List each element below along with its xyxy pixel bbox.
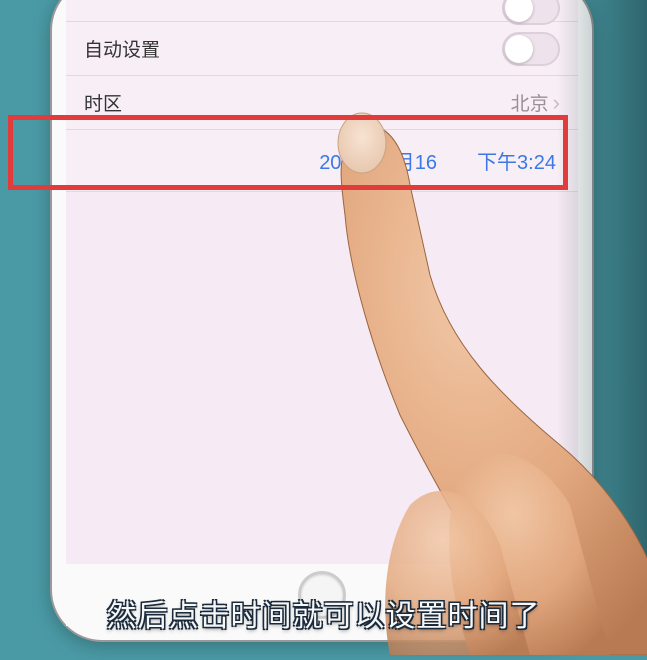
auto-set-label: 自动设置	[84, 35, 160, 62]
phone-screen: 自动设置 时区 北京 › 2018年5月16 下午3:24	[66, 0, 578, 566]
switch-knob	[505, 35, 533, 63]
timezone-label: 时区	[84, 89, 122, 116]
timezone-value-wrap: 北京 ›	[511, 89, 560, 116]
video-caption: 然后点击时间就可以设置时间了	[0, 591, 647, 635]
row-partial-above[interactable]	[66, 0, 578, 22]
chevron-right-icon: ›	[553, 90, 560, 116]
time-value[interactable]: 下午3:24	[477, 146, 556, 175]
date-value[interactable]: 2018年5月16	[319, 146, 437, 175]
switch-knob	[505, 0, 533, 22]
auto-set-toggle[interactable]	[502, 32, 560, 66]
phone-bezel: 自动设置 时区 北京 › 2018年5月16 下午3:24	[52, 0, 592, 640]
timezone-value: 北京	[511, 89, 549, 116]
row-timezone[interactable]: 时区 北京 ›	[66, 76, 578, 130]
toggle-switch-partial[interactable]	[502, 0, 560, 25]
row-date-time[interactable]: 2018年5月16 下午3:24	[66, 130, 578, 192]
row-auto-set[interactable]: 自动设置	[66, 22, 578, 76]
